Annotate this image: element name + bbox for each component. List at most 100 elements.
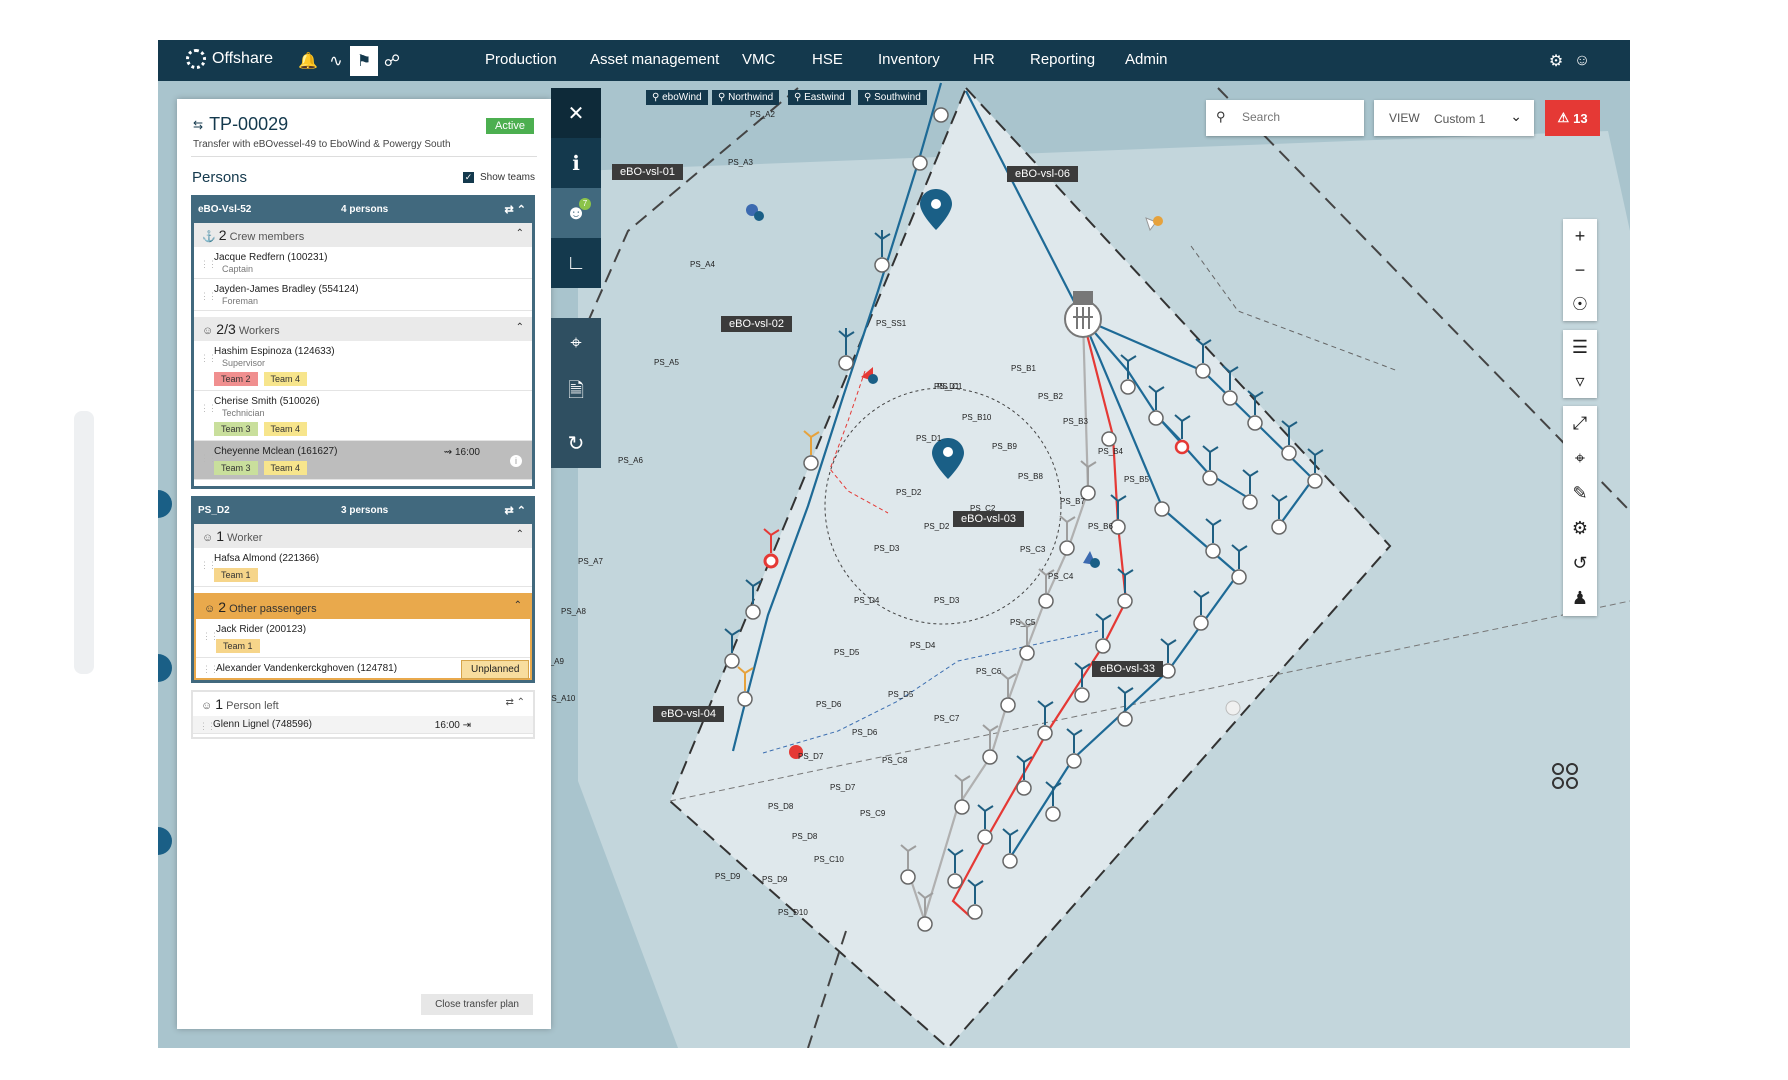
network-icon[interactable]: ☍ [378,46,406,76]
map-icon[interactable]: ⚑ [350,46,378,76]
nav-asset-management[interactable]: Asset management [590,51,719,68]
nav-reporting[interactable]: Reporting [1030,51,1095,68]
nav-hr[interactable]: HR [973,51,995,68]
field-filter-northwind[interactable]: ⚲ Northwind [712,90,780,105]
field-filter-eastwind[interactable]: ⚲ Eastwind [788,90,851,105]
vessel-tag[interactable]: eBO-vsl-01 [612,164,684,180]
chart-icon[interactable]: ∟ [551,238,601,288]
pencil-icon[interactable]: ✎ [1563,476,1597,510]
person-row-selected[interactable]: ⋮⋮ Cheyenne Mclean (161627) ⇝ 16:00 i Te… [194,441,532,480]
drag-handle-icon[interactable]: ⋮⋮ [202,664,219,675]
person-row[interactable]: ⋮⋮ Jack Rider (200123) Team 1 [196,619,530,658]
filter-icon[interactable]: ▿ [1563,364,1597,398]
document-icon[interactable]: 🗎 [551,368,601,418]
time-value: 16:00 [434,720,460,731]
persons-icon[interactable]: ☻ 7 [551,188,601,238]
field-filter-southwind[interactable]: ⚲ Southwind [858,90,927,105]
user-icon[interactable]: ☺ [1568,46,1596,76]
subgroup-header[interactable]: ☺ 1 Person left ⇄ ⌃ [193,692,533,716]
group-header[interactable]: eBO-Vsl-52 4 persons ⇄ ⌃ [194,198,532,223]
turbine-label: PS_D2 [924,522,950,531]
close-icon[interactable]: ✕ [551,88,601,138]
turbine-label: PS_A7 [578,557,603,566]
chevron-up-icon[interactable]: ⌃ [516,529,524,540]
refresh-icon[interactable]: ↻ [551,418,601,468]
turbine-label: PS_D8 [792,832,818,841]
nav-hse[interactable]: HSE [812,51,843,68]
person-row[interactable]: ⋮⋮ Jayden-James Bradley (554124) Foreman [194,279,532,311]
drag-handle-icon[interactable]: ⋮⋮ [199,721,216,732]
person-row[interactable]: ⋮⋮ Glenn Lignel (748596) 16:00 ⇥ [193,716,533,734]
swap-collapse-icon[interactable]: ⇄ ⌃ [505,504,527,517]
field-filter-label: eboWind [662,92,702,103]
field-filter-ebowind[interactable]: ⚲ eboWind [646,90,708,105]
drag-handle-icon[interactable]: ⋮⋮ [200,453,217,464]
checkbox-checked-icon[interactable]: ✓ [462,172,474,183]
person-row[interactable]: ⋮⋮ Hafsa Almond (221366) Team 1 [194,548,532,587]
vessel-tag[interactable]: eBO-vsl-03 [953,511,1025,527]
settings-icon[interactable]: ⚙ [1563,511,1597,545]
drag-handle-icon[interactable]: ⋮⋮ [200,259,217,270]
subgroup-header[interactable]: ☺ 1 Worker ⌃ [194,524,532,548]
layers-icon[interactable]: ☰ [1563,330,1597,364]
drag-handle-icon[interactable]: ⋮⋮ [200,353,217,364]
locate-icon[interactable]: ⌖ [1563,441,1597,475]
zoom-in-icon[interactable]: + [1563,219,1597,253]
person-row[interactable]: ⋮⋮ Hashim Espinoza (124633) Supervisor T… [194,341,532,391]
app-logo[interactable]: Offshare [186,49,273,69]
activity-icon[interactable]: ∿ [322,46,350,76]
drag-handle-icon[interactable]: ⋮⋮ [200,560,217,571]
vessel-tag[interactable]: eBO-vsl-04 [653,706,725,722]
outer-scrollbar[interactable] [74,411,94,674]
target-icon[interactable]: ⌖ [551,318,601,368]
turbine-label: PS_B9 [992,442,1017,451]
team-badge: Team 1 [216,639,260,653]
team-badge: Team 1 [214,568,258,582]
vessel-tag[interactable]: eBO-vsl-06 [1007,166,1079,182]
nav-inventory[interactable]: Inventory [878,51,940,68]
team-badge: Team 3 [214,461,258,475]
person-left-group: ☺ 1 Person left ⇄ ⌃ ⋮⋮ Glenn Lignel (748… [191,690,535,739]
nav-admin[interactable]: Admin [1125,51,1168,68]
bell-icon[interactable]: 🔔 [294,46,322,76]
drag-handle-icon[interactable]: ⋮⋮ [200,403,217,414]
group-count: 4 persons [341,204,389,215]
history-icon[interactable]: ↺ [1563,546,1597,580]
zoom-out-icon[interactable]: − [1563,253,1597,287]
alarm-button[interactable]: ⚠ 13 [1545,100,1600,136]
vessel-tag[interactable]: eBO-vsl-02 [721,316,793,332]
gear-icon[interactable]: ⚙ [1542,46,1570,76]
search-input[interactable] [1240,109,1354,125]
subgroup-header[interactable]: ☺ 2 Other passengers ⌃ [196,595,530,619]
layer-controls: ☰ ▿ [1563,330,1597,398]
person-row[interactable]: ⋮⋮ Cherise Smith (510026) Technician Tea… [194,391,532,441]
drag-handle-icon[interactable]: ⋮⋮ [202,631,219,642]
alarm-icon: ⚠ [1557,110,1570,125]
search-icon: ⚲ [1216,109,1226,124]
show-teams-toggle[interactable]: ✓ Show teams [462,172,535,183]
chevron-up-icon[interactable]: ⌃ [516,322,524,333]
swap-collapse-icon[interactable]: ⇄ ⌃ [505,203,527,216]
chevron-up-icon[interactable]: ⌃ [514,600,522,611]
group-header[interactable]: PS_D2 3 persons ⇄ ⌃ [194,499,532,524]
subgroup-label: Other passengers [229,603,317,615]
person-location-icon[interactable]: ♟ [1563,581,1597,615]
map-search[interactable]: ⚲ [1206,100,1364,136]
view-selector[interactable]: VIEW Custom 1 ⌄ [1374,100,1534,136]
swap-icon[interactable]: ⇄ ⌃ [505,697,525,708]
subgroup-header[interactable]: ⚓ 2 Crew members ⌃ [194,223,532,247]
expand-icon[interactable]: ⤢ [1563,406,1597,440]
info-icon[interactable]: i [510,455,522,467]
chevron-up-icon[interactable]: ⌃ [516,228,524,239]
nav-vmc[interactable]: VMC [742,51,775,68]
compass-icon[interactable]: ☉ [1563,287,1597,321]
subgroup-label: Crew members [229,231,305,243]
vessel-tag[interactable]: eBO-vsl-33 [1092,661,1164,677]
close-transfer-plan-button[interactable]: Close transfer plan [421,994,533,1015]
person-name: Cherise Smith (510026) [214,396,320,407]
subgroup-header[interactable]: ☺ 2/3 Workers ⌃ [194,317,532,341]
nav-production[interactable]: Production [485,51,557,68]
info-icon[interactable]: ℹ [551,138,601,188]
drag-handle-icon[interactable]: ⋮⋮ [200,291,217,302]
person-row[interactable]: ⋮⋮ Jacque Redfern (100231) Captain [194,247,532,279]
